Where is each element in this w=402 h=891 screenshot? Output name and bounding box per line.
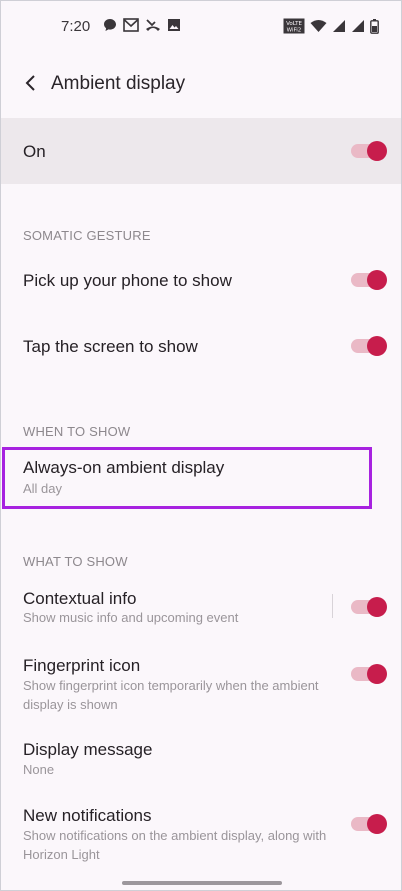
chat-bubble-icon xyxy=(104,19,116,31)
contextual-info-row[interactable]: Contextual info Show music info and upco… xyxy=(1,581,401,633)
toggle-thumb xyxy=(367,664,387,684)
new-notifications-row[interactable]: New notifications Show notifications on … xyxy=(1,798,401,868)
fingerprint-icon-subtitle: Show fingerprint icon temporarily when t… xyxy=(23,678,319,712)
battery-icon xyxy=(370,18,379,34)
notification-icons xyxy=(103,18,181,32)
master-switch-label: On xyxy=(23,142,46,161)
wifi-icon xyxy=(310,20,327,32)
contextual-info-toggle[interactable] xyxy=(351,595,387,619)
tap-to-show-row[interactable]: Tap the screen to show xyxy=(1,320,401,374)
system-icons: VoLTE WiFi2 xyxy=(283,18,379,34)
display-message-row[interactable]: Display message None xyxy=(1,732,401,784)
section-header-when-to-show: WHEN TO SHOW xyxy=(23,424,131,439)
fingerprint-icon-title: Fingerprint icon xyxy=(23,656,141,675)
back-arrow-icon[interactable] xyxy=(19,71,43,95)
toggle-thumb xyxy=(367,336,387,356)
signal-icon xyxy=(352,20,364,32)
toggle-thumb xyxy=(367,141,387,161)
signal-icon xyxy=(333,20,345,32)
master-toggle[interactable] xyxy=(351,139,387,163)
volte-wifi-icon: VoLTE WiFi2 xyxy=(283,18,305,34)
tap-to-show-toggle[interactable] xyxy=(351,334,387,358)
fingerprint-icon-toggle[interactable] xyxy=(351,662,387,686)
toggle-thumb xyxy=(367,597,387,617)
page-title: Ambient display xyxy=(51,73,186,94)
status-bar: 7:20 VoLTE WiFi2 xyxy=(1,1,401,51)
svg-text:VoLTE: VoLTE xyxy=(286,21,302,27)
display-message-title: Display message xyxy=(23,740,153,759)
section-header-what-to-show: WHAT TO SHOW xyxy=(23,554,128,569)
toggle-thumb xyxy=(367,270,387,290)
section-header-somatic-gesture: SOMATIC GESTURE xyxy=(23,228,151,243)
new-notifications-subtitle: Show notifications on the ambient displa… xyxy=(23,828,327,862)
contextual-info-title: Contextual info xyxy=(23,589,137,608)
contextual-info-subtitle: Show music info and upcoming event xyxy=(23,610,239,625)
image-icon xyxy=(168,19,180,31)
master-switch-row[interactable]: On xyxy=(1,118,401,184)
row-divider xyxy=(332,594,333,618)
toggle-thumb xyxy=(367,814,387,834)
tap-to-show-title: Tap the screen to show xyxy=(23,337,198,356)
fingerprint-icon-row[interactable]: Fingerprint icon Show fingerprint icon t… xyxy=(1,648,401,716)
mail-icon xyxy=(123,18,139,32)
status-time: 7:20 xyxy=(61,18,91,35)
pickup-to-show-row[interactable]: Pick up your phone to show xyxy=(1,254,401,308)
pickup-to-show-toggle[interactable] xyxy=(351,268,387,292)
app-bar: Ambient display xyxy=(1,61,401,109)
highlight-box xyxy=(2,447,372,509)
display-message-subtitle: None xyxy=(23,762,55,777)
missed-call-icon xyxy=(146,19,160,31)
screen: 7:20 VoLTE WiFi2 Ambient display On SOMA… xyxy=(0,0,402,891)
new-notifications-title: New notifications xyxy=(23,806,152,825)
pickup-to-show-title: Pick up your phone to show xyxy=(23,271,232,290)
new-notifications-toggle[interactable] xyxy=(351,812,387,836)
svg-text:WiFi2: WiFi2 xyxy=(287,28,302,34)
home-indicator[interactable] xyxy=(122,881,282,885)
